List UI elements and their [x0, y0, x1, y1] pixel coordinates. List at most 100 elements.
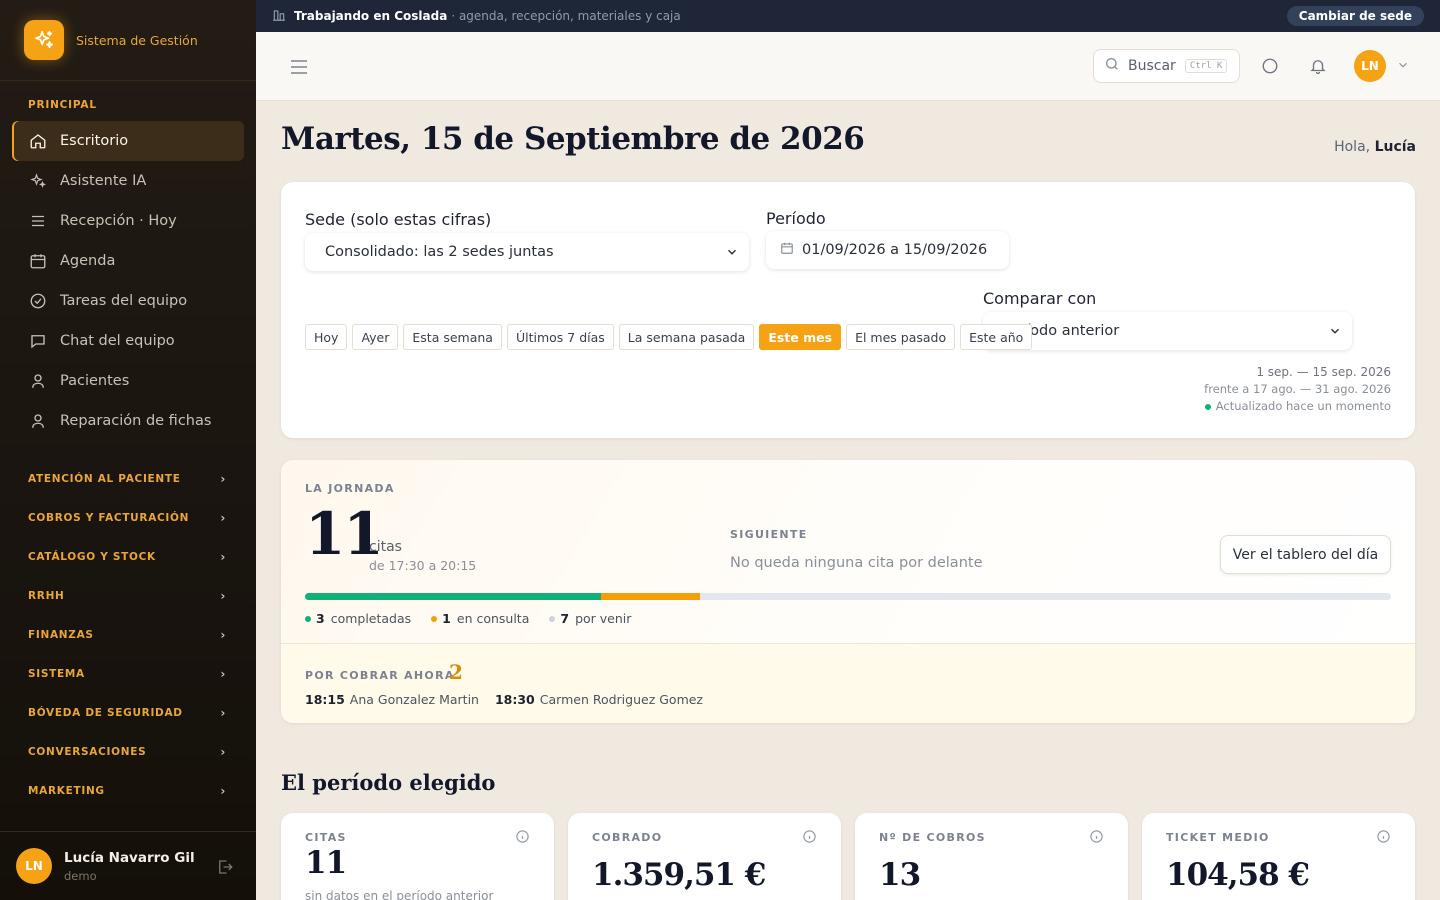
group-cobros[interactable]: COBROS Y FACTURACIÓN › — [0, 498, 256, 537]
pending-payments: POR COBRAR AHORA 2 18:15 Ana Gonzalez Mar… — [281, 643, 1415, 723]
stat-value: 1.359,51 € — [592, 857, 766, 893]
group-sistema[interactable]: SISTEMA › — [0, 654, 256, 693]
chip-este-mes[interactable]: Este mes — [759, 324, 842, 350]
compare-label: Comparar con — [983, 289, 1097, 308]
group-conversaciones[interactable]: CONVERSACIONES › — [0, 732, 256, 771]
sidebar-item-label: Pacientes — [60, 373, 130, 389]
jornada-card: LA JORNADA 11 citas de 17:30 a 20:15 SIG… — [281, 460, 1415, 723]
progress-segment-completed — [305, 593, 602, 600]
site-select-value: Consolidado: las 2 sedes juntas — [325, 244, 554, 260]
user-profile[interactable]: LN Lucía Navarro Gil demo — [0, 831, 256, 900]
chevron-right-icon: › — [220, 510, 226, 525]
compare-select[interactable]: Período anterior — [983, 312, 1352, 350]
stat-kicker: COBRADO — [592, 831, 663, 844]
stat-kicker: TICKET MEDIO — [1166, 831, 1270, 844]
period-picker[interactable]: 01/09/2026 a 15/09/2026 — [766, 231, 1009, 269]
search-button[interactable]: Buscar Ctrl K — [1093, 49, 1240, 83]
stat-kicker: Nº DE COBROS — [879, 831, 986, 844]
period-label: Período — [766, 209, 826, 228]
chip-ultimos-7-dias[interactable]: Últimos 7 días — [506, 324, 614, 350]
chat-icon — [29, 332, 47, 350]
pending-item[interactable]: 18:30 Carmen Rodriguez Gomez — [495, 692, 703, 707]
chevron-down-icon[interactable] — [1396, 57, 1410, 76]
chevron-right-icon: › — [220, 627, 226, 642]
chevron-down-icon — [725, 245, 739, 263]
sidebar-item-asistente-ia[interactable]: Asistente IA — [12, 161, 244, 201]
sidebar-item-label: Reparación de fichas — [60, 413, 212, 429]
info-icon[interactable] — [802, 829, 817, 848]
legend-in-consult: 1 en consulta — [431, 611, 529, 626]
legend-label: en consulta — [456, 611, 530, 626]
info-icon[interactable] — [515, 829, 530, 848]
group-rrhh[interactable]: RRHH › — [0, 576, 256, 615]
group-label: MARKETING — [28, 784, 105, 797]
sidebar-item-label: Agenda — [60, 253, 116, 269]
jornada-kicker: LA JORNADA — [305, 482, 395, 495]
bell-icon[interactable] — [1309, 57, 1327, 79]
messages-icon[interactable] — [1261, 57, 1279, 79]
chip-hoy[interactable]: Hoy — [305, 324, 348, 350]
info-icon[interactable] — [1376, 829, 1391, 848]
chip-semana-pasada[interactable]: La semana pasada — [618, 324, 755, 350]
day-board-button[interactable]: Ver el tablero del día — [1220, 535, 1391, 574]
calendar-icon — [780, 241, 794, 259]
group-label: ATENCIÓN AL PACIENTE — [28, 472, 181, 485]
chevron-right-icon: › — [220, 471, 226, 486]
sidebar-item-tareas[interactable]: Tareas del equipo — [12, 281, 244, 321]
sidebar: Sistema de Gestión PRINCIPAL Escritorio … — [0, 0, 256, 900]
sidebar-item-agenda[interactable]: Agenda — [12, 241, 244, 281]
appointments-progress-bar — [305, 593, 1391, 600]
updated-status: Actualizado hace un momento — [1204, 399, 1391, 413]
group-marketing[interactable]: MARKETING › — [0, 771, 256, 810]
sidebar-item-label: Escritorio — [60, 133, 129, 149]
header-avatar[interactable]: LN — [1354, 50, 1386, 82]
chip-ayer[interactable]: Ayer — [352, 324, 399, 350]
sidebar-item-recepcion[interactable]: Recepción · Hoy — [12, 201, 244, 241]
group-finanzas[interactable]: FINANZAS › — [0, 615, 256, 654]
sidebar-item-pacientes[interactable]: Pacientes — [12, 361, 244, 401]
menu-icon[interactable] — [290, 59, 308, 78]
check-circle-icon — [29, 292, 47, 310]
main-nav: Escritorio Asistente IA Recepción · Hoy … — [0, 121, 256, 441]
logout-icon[interactable] — [216, 858, 234, 880]
section-label-principal: PRINCIPAL — [28, 99, 97, 111]
chevron-right-icon: › — [220, 705, 226, 720]
group-label: SISTEMA — [28, 667, 85, 680]
chip-esta-semana[interactable]: Esta semana — [403, 324, 502, 350]
workspace-bar: Trabajando en Coslada · agenda, recepció… — [256, 0, 1440, 32]
chip-este-ano[interactable]: Este año — [960, 324, 1033, 350]
site-label: Sede (solo estas cifras) — [305, 210, 492, 229]
stat-value: 13 — [879, 857, 921, 893]
progress-segment-in-consult — [601, 593, 700, 600]
nav-groups: ATENCIÓN AL PACIENTE › COBROS Y FACTURACI… — [0, 459, 256, 810]
stat-card-ticket-medio: TICKET MEDIO 104,58 € — [1142, 813, 1415, 900]
search-shortcut: Ctrl K — [1184, 59, 1228, 73]
sidebar-item-reparacion[interactable]: Reparación de fichas — [12, 401, 244, 441]
workspace-prefix: Trabajando en — [294, 9, 391, 23]
pending-list: 18:15 Ana Gonzalez Martin 18:30 Carmen Rod… — [305, 692, 719, 707]
legend-dot — [431, 615, 438, 622]
pending-patient: Carmen Rodriguez Gomez — [539, 692, 703, 707]
group-boveda[interactable]: BÓVEDA DE SEGURIDAD › — [0, 693, 256, 732]
group-atencion[interactable]: ATENCIÓN AL PACIENTE › — [0, 459, 256, 498]
home-icon — [29, 132, 47, 150]
chip-mes-pasado[interactable]: El mes pasado — [846, 324, 956, 350]
updated-text: Actualizado hace un momento — [1215, 399, 1391, 413]
legend-dot — [549, 615, 556, 622]
info-icon[interactable] — [1089, 829, 1104, 848]
site-select[interactable]: Consolidado: las 2 sedes juntas — [305, 233, 749, 271]
brand[interactable]: Sistema de Gestión — [0, 0, 256, 81]
group-catalogo[interactable]: CATÁLOGO Y STOCK › — [0, 537, 256, 576]
pending-patient: Ana Gonzalez Martin — [349, 692, 479, 707]
pending-item[interactable]: 18:15 Ana Gonzalez Martin — [305, 692, 479, 707]
stat-kicker: CITAS — [305, 831, 347, 844]
legend-completed: 3 completadas — [305, 611, 411, 626]
sidebar-item-escritorio[interactable]: Escritorio — [12, 121, 244, 161]
workspace-site: Coslada — [394, 9, 448, 23]
chevron-right-icon: › — [220, 783, 226, 798]
sidebar-item-label: Tareas del equipo — [60, 293, 188, 309]
switch-site-button[interactable]: Cambiar de sede — [1286, 6, 1424, 26]
sidebar-item-chat[interactable]: Chat del equipo — [12, 321, 244, 361]
workspace-description: · agenda, recepción, materiales y caja — [451, 9, 681, 23]
next-kicker: SIGUIENTE — [730, 528, 808, 541]
